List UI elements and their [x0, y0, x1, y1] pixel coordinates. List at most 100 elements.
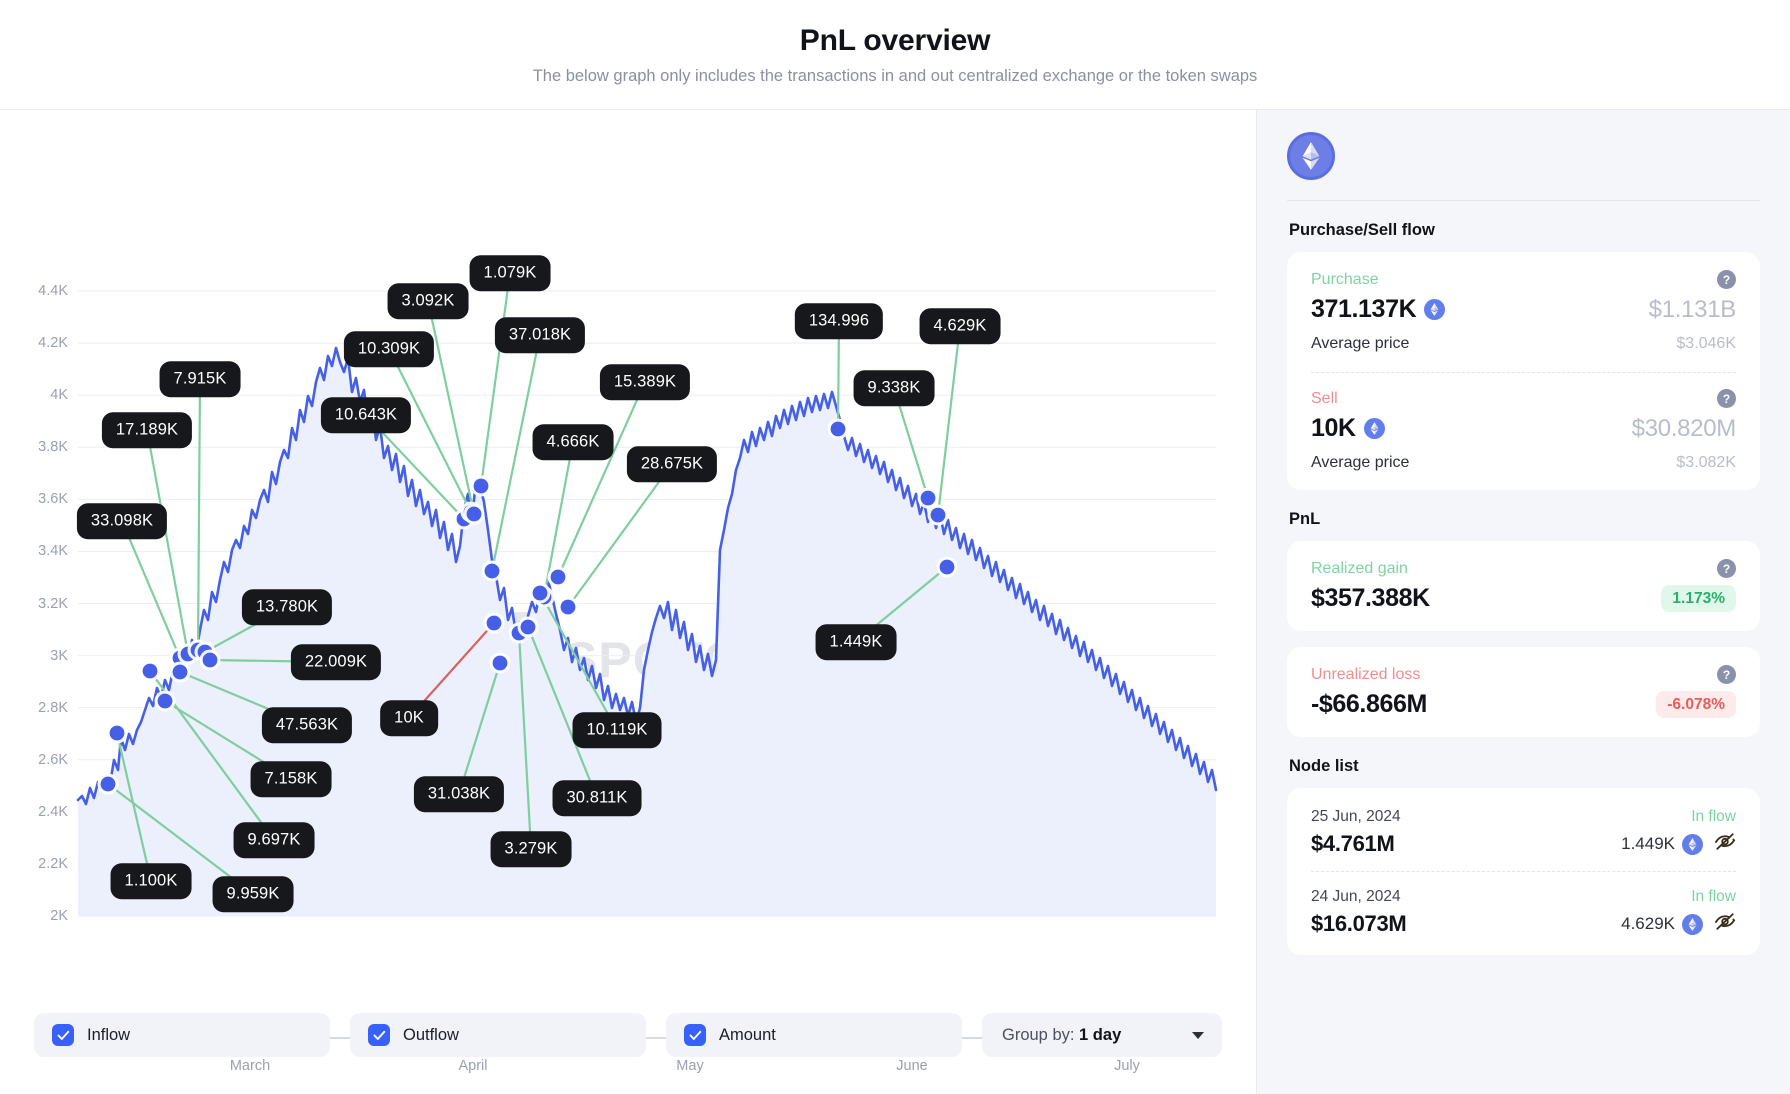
amount-label: Amount: [719, 1025, 776, 1044]
node-date: 24 Jun, 2024: [1311, 888, 1401, 905]
annotation-tag[interactable]: 37.018K: [494, 317, 586, 353]
annotation-tag[interactable]: 4.629K: [919, 308, 1001, 344]
node-flow-type: In flow: [1691, 808, 1736, 825]
y-axis-tick: 3.2K: [38, 595, 68, 612]
page-header: PnL overview The below graph only includ…: [0, 0, 1790, 110]
purchase-amount: 371.137K: [1311, 295, 1446, 324]
annotation-tag[interactable]: 3.092K: [387, 283, 469, 319]
annotation-tag[interactable]: 10K: [380, 700, 438, 736]
annotation-tag[interactable]: 31.038K: [413, 776, 505, 812]
annotation-tag[interactable]: 33.098K: [76, 503, 168, 539]
chart-pane: SPOTONCHAIN 2K2.2K2.4K2.6K2.8K3K3.2K3.4K…: [0, 110, 1256, 1094]
y-axis-tick: 2.4K: [38, 803, 68, 820]
annotation-tag[interactable]: 1.449K: [815, 624, 897, 660]
sell-label: Sell: [1311, 389, 1338, 407]
annotation-tag[interactable]: 22.009K: [290, 644, 382, 680]
purchase-sell-card: Purchase ? 371.137K $1.131B Average pric…: [1287, 252, 1760, 490]
inflow-label: Inflow: [87, 1025, 131, 1044]
annotation-tag[interactable]: 1.100K: [110, 863, 192, 899]
annotation-tag[interactable]: 7.158K: [250, 761, 332, 797]
group-by-dropdown[interactable]: Group by: 1 day: [982, 1013, 1222, 1057]
annotation-tag[interactable]: 134.996: [794, 303, 884, 339]
realized-gain-badge: 1.173%: [1661, 584, 1736, 613]
hide-node-button[interactable]: [1714, 912, 1736, 937]
ethereum-icon: [1682, 913, 1703, 935]
unrealized-loss-card: Unrealized loss ? -$66.866M -6.078%: [1287, 647, 1760, 737]
annotation-tag[interactable]: 9.959K: [212, 876, 294, 912]
y-axis-tick: 4K: [50, 387, 68, 404]
group-by-value: 1 day: [1079, 1025, 1122, 1044]
annotation-tag[interactable]: 7.915K: [159, 361, 241, 397]
y-axis-tick: 3.4K: [38, 543, 68, 560]
purchase-avg-label: Average price: [1311, 335, 1410, 352]
page-title: PnL overview: [799, 23, 991, 57]
y-axis-tick: 3.6K: [38, 491, 68, 508]
annotation-tag[interactable]: 9.338K: [853, 370, 935, 406]
annotation-tag[interactable]: 3.279K: [490, 831, 572, 867]
annotation-tag[interactable]: 9.697K: [233, 822, 315, 858]
annotation-tag[interactable]: 10.643K: [320, 397, 412, 433]
sell-row: Sell ? 10K $30.820M Average price $3.082…: [1311, 389, 1736, 472]
checkmark-icon: [684, 1024, 706, 1046]
help-icon[interactable]: ?: [1717, 559, 1736, 578]
node-date: 25 Jun, 2024: [1311, 808, 1401, 825]
node-quantity: 4.629K: [1621, 913, 1703, 935]
hide-icon: [1714, 912, 1736, 930]
sell-amount: 10K: [1311, 414, 1385, 443]
annotation-tag[interactable]: 1.079K: [469, 255, 551, 291]
node-quantity: 1.449K: [1621, 833, 1703, 855]
annotation-tag[interactable]: 30.811K: [552, 780, 642, 816]
outflow-checkbox[interactable]: Outflow: [350, 1013, 646, 1057]
node-list: 25 Jun, 2024 In flow $4.761M 1.449K 24 Jun, …: [1287, 788, 1760, 955]
inflow-checkbox[interactable]: Inflow: [34, 1013, 330, 1057]
node-flow-type: In flow: [1691, 888, 1736, 905]
purchase-label: Purchase: [1311, 270, 1379, 288]
y-axis-tick: 4.4K: [38, 283, 68, 300]
annotation-tag[interactable]: 10.309K: [343, 331, 435, 367]
help-icon[interactable]: ?: [1717, 389, 1736, 408]
annotation-tag[interactable]: 17.189K: [101, 412, 193, 448]
realized-gain-card: Realized gain ? $357.388K 1.173%: [1287, 541, 1760, 631]
purchase-row: Purchase ? 371.137K $1.131B Average pric…: [1311, 270, 1736, 353]
sell-avg-value: $3.082K: [1676, 454, 1736, 471]
chart-toolbar: Inflow Outflow Amount Group by: 1 day: [0, 998, 1256, 1094]
realized-gain-label: Realized gain: [1311, 559, 1408, 577]
purchase-avg-value: $3.046K: [1676, 335, 1736, 352]
chevron-down-icon: [1192, 1031, 1204, 1039]
node-usd-value: $16.073M: [1311, 911, 1407, 936]
annotation-tag[interactable]: 28.675K: [626, 446, 718, 482]
amount-checkbox[interactable]: Amount: [666, 1013, 962, 1057]
page-body: SPOTONCHAIN 2K2.2K2.4K2.6K2.8K3K3.2K3.4K…: [0, 110, 1790, 1094]
annotation-tag[interactable]: 13.780K: [241, 589, 333, 625]
annotation-tag[interactable]: 10.119K: [572, 712, 662, 748]
help-icon[interactable]: ?: [1717, 270, 1736, 289]
node-list-title: Node list: [1289, 757, 1359, 775]
price-chart-svg[interactable]: [0, 110, 1256, 1070]
checkmark-icon: [52, 1024, 74, 1046]
node-list-item[interactable]: 24 Jun, 2024 In flow $16.073M 4.629K: [1311, 871, 1736, 951]
purchase-usd: $1.131B: [1648, 295, 1737, 323]
details-sidebar: Purchase/Sell flow Purchase ? 371.137K $…: [1256, 110, 1790, 1094]
pnl-overview-page: PnL overview The below graph only includ…: [0, 0, 1790, 1094]
unrealized-loss-badge: -6.078%: [1656, 690, 1736, 719]
chart-area: SPOTONCHAIN 2K2.2K2.4K2.6K2.8K3K3.2K3.4K…: [0, 110, 1256, 1094]
ethereum-icon: [1287, 132, 1335, 180]
outflow-label: Outflow: [403, 1025, 459, 1044]
y-axis-tick: 4.2K: [38, 335, 68, 352]
annotation-tag[interactable]: 15.389K: [599, 364, 691, 400]
y-axis-tick: 3K: [50, 647, 68, 664]
ethereum-icon: [1424, 299, 1446, 320]
page-subtitle: The below graph only includes the transa…: [532, 66, 1258, 85]
hide-icon: [1714, 832, 1736, 850]
pnl-title: PnL: [1289, 510, 1321, 528]
y-axis-tick: 2.2K: [38, 855, 68, 872]
ethereum-icon: [1363, 418, 1385, 439]
y-axis-tick: 3.8K: [38, 439, 68, 456]
annotation-tag[interactable]: 4.666K: [532, 424, 614, 460]
token-avatar-row: [1287, 132, 1760, 201]
checkmark-icon: [368, 1024, 390, 1046]
help-icon[interactable]: ?: [1717, 665, 1736, 684]
annotation-tag[interactable]: 47.563K: [261, 707, 353, 743]
node-list-item[interactable]: 25 Jun, 2024 In flow $4.761M 1.449K: [1311, 792, 1736, 871]
hide-node-button[interactable]: [1714, 832, 1736, 857]
